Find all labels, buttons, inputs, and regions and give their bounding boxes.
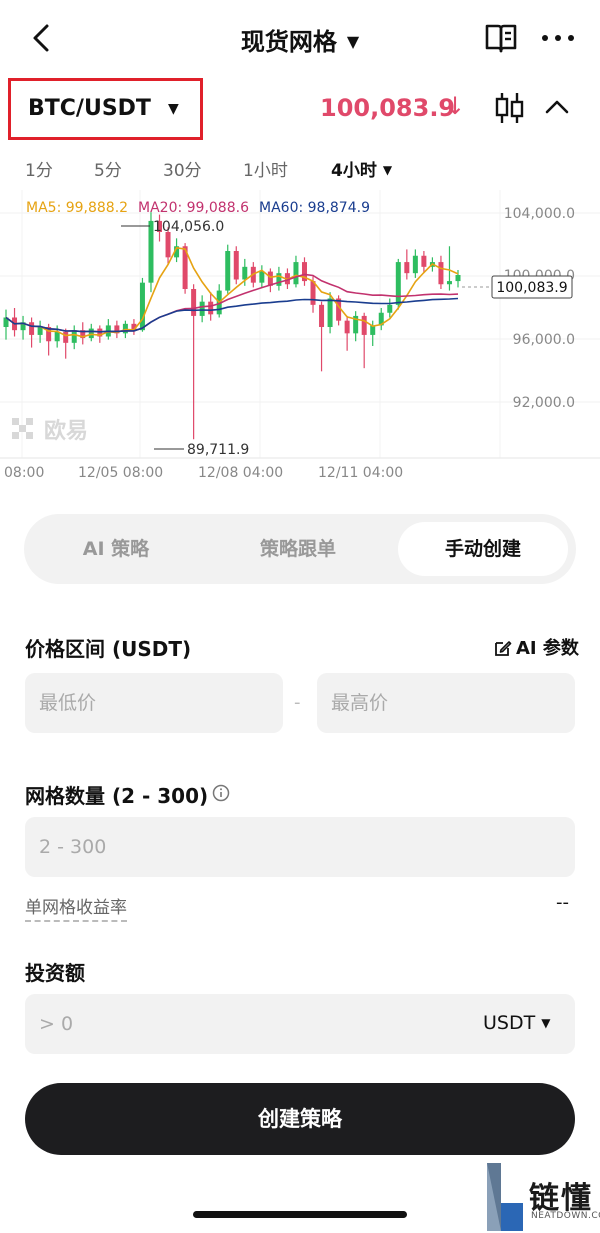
candle-body xyxy=(438,262,444,285)
candle-body xyxy=(29,322,35,335)
caret-down-icon: ▼ xyxy=(346,32,360,51)
ai-param-link[interactable]: AI 参数 xyxy=(494,634,579,660)
candle-body xyxy=(387,304,393,313)
top-bar: 现货网格 ▼ xyxy=(0,0,600,76)
candlestick-icon[interactable] xyxy=(491,90,527,126)
pair-label: BTC/USDT xyxy=(28,96,151,121)
candle-body xyxy=(139,282,145,331)
candle-body xyxy=(293,262,299,285)
ma5-label: MA5: 99,888.2 xyxy=(26,200,128,216)
arrow-down-icon: ↓ xyxy=(445,92,466,120)
ma-lines xyxy=(5,246,459,338)
tab-30m[interactable]: 30分 xyxy=(163,156,202,181)
range-dash: - xyxy=(294,692,301,713)
more-dots-icon[interactable] xyxy=(540,24,576,52)
y-tick: 96,000.0 xyxy=(513,332,575,348)
y-tick: 92,000.0 xyxy=(513,395,575,411)
min-price-input[interactable]: 最低价 xyxy=(25,673,283,733)
chevron-up-icon[interactable] xyxy=(543,96,571,118)
brand-sub: NEATDOWN.COM xyxy=(531,1211,600,1221)
x-tick: 08:00 xyxy=(4,465,44,481)
tab-1h[interactable]: 1小时 xyxy=(243,156,288,181)
edit-icon xyxy=(495,641,512,656)
x-tick: 12/11 04:00 xyxy=(318,465,403,481)
chart-grid xyxy=(0,190,600,459)
x-tick: 12/08 04:00 xyxy=(198,465,283,481)
candle-body xyxy=(122,323,128,334)
last-price-tag: 100,083.9 xyxy=(496,280,567,296)
candle-body xyxy=(310,281,316,305)
candle-body xyxy=(225,251,231,291)
candle-body xyxy=(71,330,77,343)
ma60-label: MA60: 98,874.9 xyxy=(259,200,370,216)
ai-param-text: AI 参数 xyxy=(516,638,579,659)
grid-count-input[interactable]: 2 - 300 xyxy=(25,817,575,877)
grid-count-label: 网格数量 (2 - 300) xyxy=(25,784,209,808)
candle-body xyxy=(259,271,265,283)
candle-body xyxy=(54,331,60,342)
tab-4h-label: 4小时 xyxy=(331,161,377,181)
info-icon[interactable] xyxy=(212,784,230,802)
candle-body xyxy=(404,262,410,274)
home-indicator xyxy=(193,1211,407,1218)
candlestick-chart[interactable]: 欧易 MA5: 99,888.2 MA20: 99,088.6 MA60: 98… xyxy=(0,190,600,490)
candle-body xyxy=(191,289,197,316)
candle-body xyxy=(88,328,94,339)
candle-body xyxy=(208,301,214,315)
candle-body xyxy=(199,301,205,316)
candle-body xyxy=(165,232,171,258)
okx-watermark: 欧易 xyxy=(12,418,88,444)
candle-body xyxy=(395,262,401,305)
chart-labels: MA5: 99,888.2 MA20: 99,088.6 MA60: 98,87… xyxy=(4,200,575,481)
candle-body xyxy=(319,304,325,327)
tab-1m[interactable]: 1分 xyxy=(25,156,53,181)
tab-copy-strategy[interactable]: 策略跟单 xyxy=(214,522,382,576)
candle-body xyxy=(63,331,69,343)
page-title-text: 现货网格 xyxy=(240,28,337,56)
last-price: 100,083.9 xyxy=(320,94,456,122)
low-label: 89,711.9 xyxy=(187,442,249,458)
ma5-line xyxy=(5,246,459,338)
candle-body xyxy=(412,255,418,274)
unit-select[interactable]: USDT ▼ xyxy=(483,1012,550,1034)
price-range-label: 价格区间 (USDT) xyxy=(25,637,192,661)
invest-label: 投资额 xyxy=(25,961,85,985)
strategy-tabs: AI 策略 策略跟单 手动创建 xyxy=(24,514,576,584)
brand-logo: 链懂 NEATDOWN.COM xyxy=(487,1163,600,1231)
yield-value: -- xyxy=(556,892,569,913)
create-strategy-button[interactable]: 创建策略 xyxy=(25,1083,575,1155)
candle-body xyxy=(242,266,248,280)
candles xyxy=(3,212,461,440)
candle-body xyxy=(344,320,350,334)
tab-manual-create[interactable]: 手动创建 xyxy=(398,522,568,576)
yield-label[interactable]: 单网格收益率 xyxy=(25,893,127,922)
candle-body xyxy=(446,281,452,285)
candle-body xyxy=(327,298,333,327)
watermark-text: 欧易 xyxy=(44,418,88,444)
ma20-label: MA20: 99,088.6 xyxy=(138,200,249,216)
max-price-input[interactable]: 最高价 xyxy=(317,673,575,733)
caret-down-icon: ▼ xyxy=(541,1016,551,1030)
caret-down-icon: ▼ xyxy=(168,101,179,117)
tab-4h[interactable]: 4小时 ▼ xyxy=(331,156,392,181)
candle-body xyxy=(233,251,239,280)
y-tick: 104,000.0 xyxy=(504,206,575,222)
caret-down-icon: ▼ xyxy=(382,163,393,177)
pair-selector[interactable]: BTC/USDT ▼ xyxy=(8,78,203,140)
book-icon[interactable] xyxy=(484,22,518,54)
brand-mark-icon xyxy=(487,1163,523,1231)
candle-body xyxy=(361,315,367,335)
high-label: 104,056.0 xyxy=(153,219,224,235)
timeframe-tabs: 1分 5分 30分 1小时 4小时 ▼ xyxy=(0,152,600,186)
candle-body xyxy=(421,255,427,267)
x-tick: 12/05 08:00 xyxy=(78,465,163,481)
tab-5m[interactable]: 5分 xyxy=(94,156,122,181)
candle-body xyxy=(276,273,282,286)
unit-text: USDT xyxy=(483,1012,536,1034)
candle-body xyxy=(455,275,461,282)
tab-ai-strategy[interactable]: AI 策略 xyxy=(32,522,200,576)
